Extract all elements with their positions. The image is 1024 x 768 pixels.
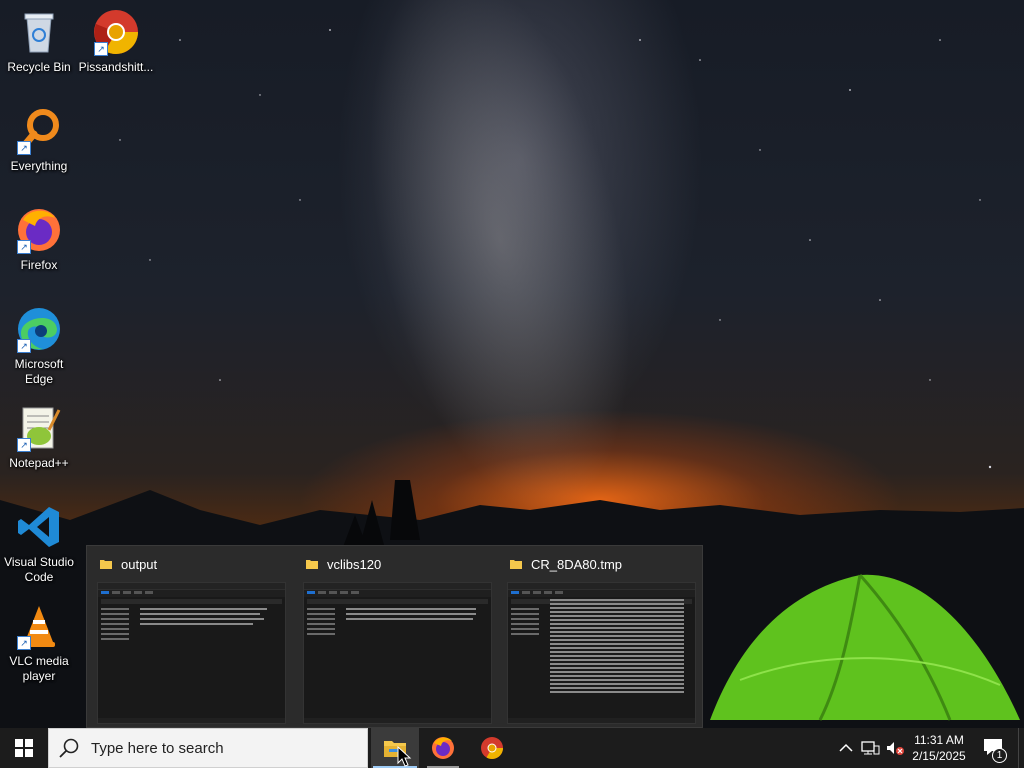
desktop-icon-label: Firefox [20,258,58,272]
clock-date: 2/15/2025 [912,749,966,763]
folder-icon [306,560,318,569]
desktop-icon-label: Notepad++ [9,456,69,470]
desktop-icon-recycle-bin[interactable]: Recycle Bin [0,8,78,75]
taskbar-thumbnail-flyout: output vclibs120 CR_8DA80.tmp [86,545,703,728]
notepadpp-icon: ↗ [15,404,63,452]
firefox-icon [432,737,454,759]
desktop-icon-notepadpp[interactable]: ↗ Notepad++ [0,404,78,471]
show-hidden-icons-button[interactable] [836,728,856,768]
mouse-cursor-icon [397,746,412,767]
taskbar-app-firefox[interactable] [419,728,467,768]
taskbar-clock[interactable]: 11:31 AM 2/15/2025 [905,728,973,768]
window-preview [303,582,492,724]
show-desktop-button[interactable] [1018,728,1024,768]
shortcut-arrow-icon: ↗ [17,636,31,650]
vlc-icon: ↗ [15,602,63,650]
desktop-icon-vlc[interactable]: ↗ VLC media player [0,602,78,684]
desktop-icon-label: Microsoft Edge [14,357,64,386]
tent [710,574,1020,721]
search-input[interactable] [89,738,353,758]
folder-icon [510,560,522,569]
everything-search-icon: ↗ [15,107,63,155]
desktop-icon-everything[interactable]: ↗ Everything [0,107,78,174]
volume-muted-icon [887,742,904,755]
window-thumbnail-cr-tmp[interactable]: CR_8DA80.tmp [499,546,704,727]
window-thumbnail-output[interactable]: output [89,546,294,727]
folder-icon [100,560,112,569]
edge-icon: ↗ [15,305,63,353]
desktop-icon-edge[interactable]: ↗ Microsoft Edge [0,305,78,387]
window-title: CR_8DA80.tmp [531,556,623,572]
stars [119,29,992,469]
chrome-icon: ↗ [92,8,140,56]
volume-tray-button[interactable] [884,728,906,768]
shortcut-arrow-icon: ↗ [17,438,31,452]
taskbar-search-box[interactable] [48,728,368,768]
window-preview [507,582,696,724]
desktop-icon-label: Pissandshitt... [78,60,154,74]
chevron-up-icon [839,743,853,752]
notification-center-button[interactable]: 1 [976,728,1012,768]
start-button[interactable] [0,728,48,768]
desktop-icon-label: Recycle Bin [7,60,71,74]
vscode-icon [15,503,63,551]
notification-count-badge: 1 [992,748,1007,763]
clock-time: 11:31 AM [914,733,964,747]
window-thumbnail-vclibs120[interactable]: vclibs120 [295,546,500,727]
window-preview [97,582,286,724]
recycle-bin-icon [15,8,63,56]
shortcut-arrow-icon: ↗ [17,141,31,155]
shortcut-arrow-icon: ↗ [17,240,31,254]
taskbar-app-chrome[interactable] [468,728,516,768]
desktop-icon-label: Everything [10,159,68,173]
firefox-icon: ↗ [15,206,63,254]
chrome-icon [481,737,503,759]
window-title: vclibs120 [327,556,382,572]
desktop-icon-vscode[interactable]: Visual Studio Code [0,503,78,585]
search-icon [49,728,89,768]
window-title: output [121,556,158,572]
desktop-icon-firefox[interactable]: ↗ Firefox [0,206,78,273]
network-icon [861,741,880,755]
windows-logo-icon [15,739,33,757]
desktop-icon-chrome-shortcut[interactable]: ↗ Pissandshitt... [77,8,155,75]
desktop-icon-label: Visual Studio Code [4,555,74,584]
desktop-icon-label: VLC media player [9,654,69,683]
shortcut-arrow-icon: ↗ [94,42,108,56]
taskbar: 11:31 AM 2/15/2025 1 [0,728,1024,768]
network-tray-button[interactable] [858,728,882,768]
shortcut-arrow-icon: ↗ [17,339,31,353]
